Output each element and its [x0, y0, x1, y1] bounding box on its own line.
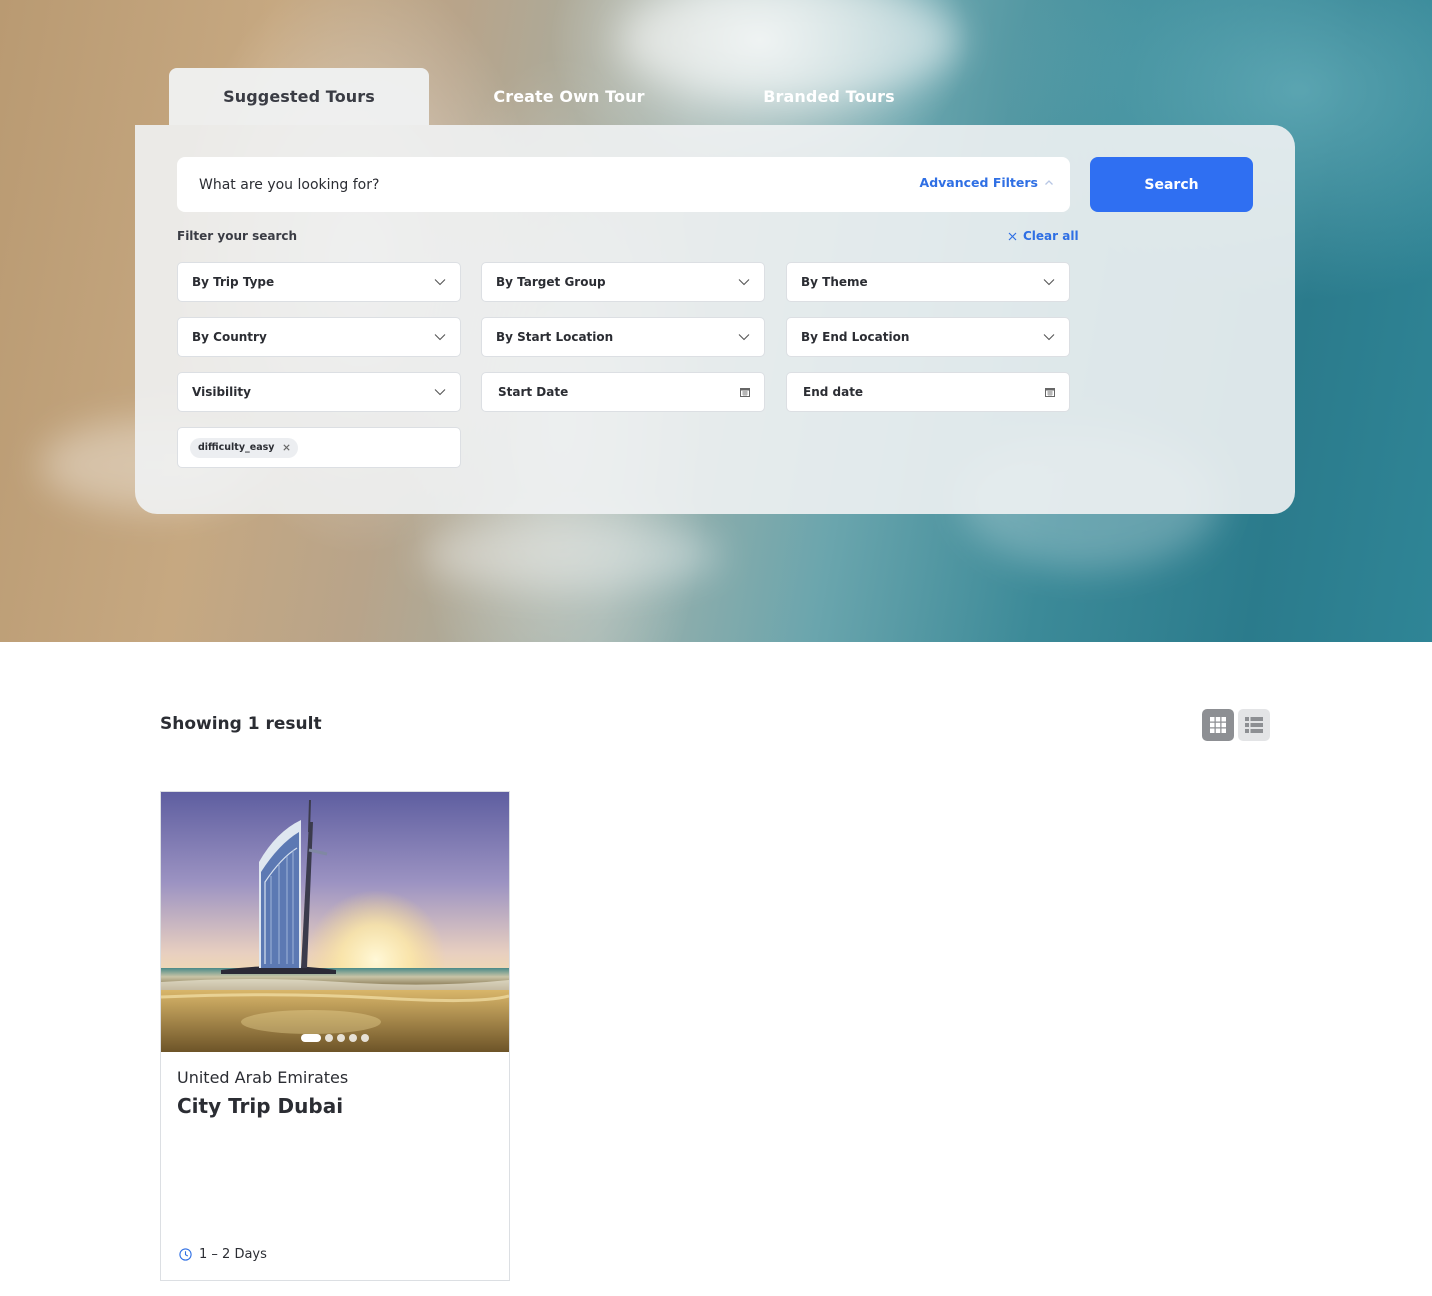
target-group-dropdown[interactable]: By Target Group [481, 262, 765, 302]
search-panel: Advanced Filters Search Filter your sear… [135, 125, 1295, 514]
search-input[interactable] [199, 157, 899, 212]
chevron-down-icon [738, 279, 750, 286]
tour-title[interactable]: City Trip Dubai [177, 1094, 343, 1118]
end-location-dropdown[interactable]: By End Location [786, 317, 1070, 357]
filter-tag: difficulty_easy [190, 437, 298, 458]
trip-type-dropdown[interactable]: By Trip Type [177, 262, 461, 302]
start-location-dropdown[interactable]: By Start Location [481, 317, 765, 357]
theme-dropdown[interactable]: By Theme [786, 262, 1070, 302]
visibility-label: Visibility [192, 385, 251, 399]
chevron-down-icon [434, 279, 446, 286]
end-date-field[interactable]: End date [786, 372, 1070, 412]
filter-tag-label: difficulty_easy [198, 442, 275, 453]
trip-type-label: By Trip Type [192, 275, 275, 289]
close-icon [1008, 232, 1017, 240]
end-date-placeholder: End date [803, 385, 864, 399]
list-icon [1245, 717, 1263, 733]
tag-filter-field[interactable]: difficulty_easy [177, 427, 461, 468]
carousel-dot[interactable] [301, 1034, 321, 1042]
chevron-down-icon [1043, 334, 1055, 341]
start-date-placeholder: Start Date [498, 385, 569, 399]
tour-card-image [161, 792, 509, 1052]
filter-heading: Filter your search [177, 229, 298, 243]
results-count: Showing 1 result [160, 714, 322, 734]
start-date-field[interactable]: Start Date [481, 372, 765, 412]
chevron-down-icon [738, 334, 750, 341]
theme-label: By Theme [801, 275, 868, 289]
country-label: By Country [192, 330, 267, 344]
tab-suggested-tours[interactable]: Suggested Tours [169, 68, 429, 125]
carousel-dot[interactable] [325, 1034, 333, 1042]
advanced-filters-label: Advanced Filters [919, 175, 1038, 190]
tab-create-own-tour[interactable]: Create Own Tour [429, 68, 709, 125]
tour-card[interactable]: United Arab Emirates City Trip Dubai 1 –… [160, 791, 510, 1281]
chevron-down-icon [1043, 279, 1055, 286]
remove-tag-icon[interactable] [282, 444, 290, 451]
advanced-filters-toggle[interactable]: Advanced Filters [920, 175, 1054, 190]
calendar-icon [740, 388, 750, 397]
tour-photo [161, 792, 509, 1052]
country-dropdown[interactable]: By Country [177, 317, 461, 357]
clock-icon [179, 1248, 192, 1261]
chevron-up-icon [1045, 179, 1053, 185]
carousel-dot[interactable] [337, 1034, 345, 1042]
visibility-dropdown[interactable]: Visibility [177, 372, 461, 412]
chevron-down-icon [434, 334, 446, 341]
search-box: Advanced Filters [177, 157, 1070, 212]
search-button[interactable]: Search [1090, 157, 1253, 212]
start-location-label: By Start Location [496, 330, 614, 344]
carousel-dot[interactable] [349, 1034, 357, 1042]
calendar-icon [1045, 388, 1055, 397]
clear-all-button[interactable]: Clear all [1008, 229, 1079, 243]
grid-view-button[interactable] [1202, 709, 1234, 741]
image-carousel-dots [301, 1034, 369, 1042]
list-view-button[interactable] [1238, 709, 1270, 741]
clear-all-label: Clear all [1023, 229, 1079, 243]
tour-country: United Arab Emirates [177, 1068, 349, 1087]
chevron-down-icon [434, 389, 446, 396]
hero-banner: Suggested Tours Create Own Tour Branded … [0, 0, 1432, 642]
tour-duration: 1 – 2 Days [179, 1247, 267, 1262]
tab-branded-tours[interactable]: Branded Tours [709, 68, 949, 125]
tour-duration-label: 1 – 2 Days [199, 1247, 267, 1262]
target-group-label: By Target Group [496, 275, 606, 289]
hero-foam [420, 520, 720, 590]
carousel-dot[interactable] [361, 1034, 369, 1042]
end-location-label: By End Location [801, 330, 910, 344]
grid-icon [1210, 717, 1226, 733]
tour-tabs: Suggested Tours Create Own Tour Branded … [169, 68, 949, 125]
